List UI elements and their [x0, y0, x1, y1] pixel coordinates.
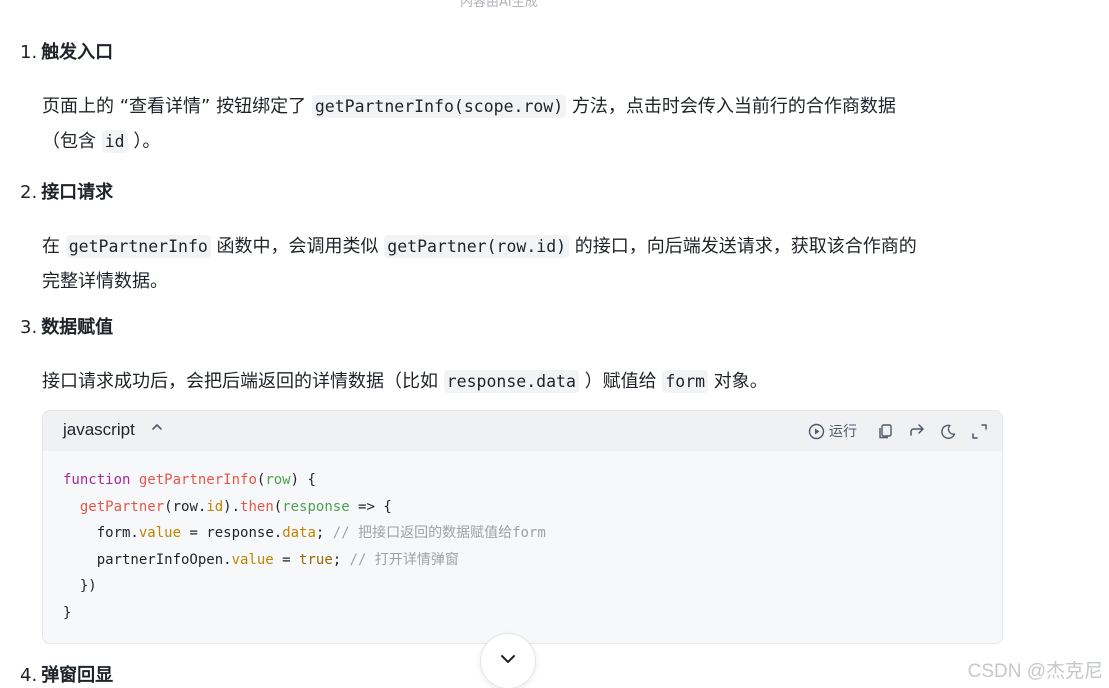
code-token: true: [299, 551, 333, 568]
copy-icon: [877, 423, 894, 440]
code-token: getPartner: [79, 498, 165, 515]
code-token: (: [273, 498, 283, 515]
text: （包含: [42, 131, 102, 152]
expand-icon: [971, 423, 988, 440]
code-token: }): [79, 578, 97, 594]
step-3-paragraph: 接口请求成功后，会把后端返回的详情数据（比如 response.data ）赋值…: [42, 364, 1002, 399]
code-header: javascript 运行: [43, 411, 1002, 451]
code-token: function: [63, 472, 131, 488]
step-title-text: 接口请求: [41, 182, 114, 203]
step-1-title: 1. 触发入口: [20, 38, 113, 64]
code-token: }: [63, 604, 72, 621]
share-button[interactable]: [908, 423, 926, 440]
watermark: CSDN @杰克尼: [967, 661, 1103, 682]
scroll-down-button[interactable]: [480, 633, 536, 688]
step-number: 1.: [20, 42, 38, 63]
text: 方法，点击时会传入当前行的合作商数据: [566, 96, 896, 117]
code-token: then: [240, 498, 274, 515]
code-content: function getPartnerInfo(row) { getPartne…: [63, 467, 546, 626]
code-token: response: [282, 498, 350, 515]
code-comment: // 把接口返回的数据赋值给form: [332, 525, 546, 541]
code-token: id: [206, 498, 224, 515]
code-comment: // 打开详情弹窗: [349, 551, 459, 568]
step-title-text: 数据赋值: [41, 317, 114, 338]
para-line: （包含 id ）。: [42, 124, 1002, 159]
code-token: data: [282, 525, 316, 541]
text: ）。: [127, 131, 161, 152]
copy-button[interactable]: [877, 423, 894, 440]
chevron-up-icon[interactable]: [150, 420, 164, 438]
code-line: getPartner(row.id).then(response => {: [63, 494, 546, 521]
code-token: value: [231, 551, 274, 568]
para-line: 接口请求成功后，会把后端返回的详情数据（比如 response.data ）赋值…: [42, 364, 1002, 399]
code-line: }: [63, 600, 546, 627]
code-token: row: [265, 472, 291, 488]
text: 对象。: [708, 371, 768, 392]
step-number: 3.: [20, 317, 38, 338]
page: 内容由AI生成 1. 触发入口 页面上的 “查看详情” 按钮绑定了 getPart…: [0, 0, 1109, 688]
text: 接口请求成功后，会把后端返回的详情数据（比如: [42, 371, 444, 392]
text: 在: [42, 236, 66, 257]
text: 函数中，会调用类似: [210, 236, 385, 257]
code-token: ) {: [290, 472, 316, 488]
top-fragment: 内容由AI生成: [460, 0, 538, 10]
step-2-paragraph: 在 getPartnerInfo 函数中，会调用类似 getPartner(ro…: [42, 229, 1002, 299]
code-token: =: [273, 551, 300, 568]
code-token: ;: [332, 551, 342, 568]
step-2-title: 2. 接口请求: [20, 178, 113, 204]
code-token: = response.: [181, 525, 283, 541]
text: ）赋值给: [578, 371, 663, 392]
step-title-text: 弹窗回显: [41, 665, 114, 686]
code-token: ).: [223, 498, 241, 515]
inline-code: form: [662, 370, 709, 393]
chevron-down-icon: [497, 648, 519, 674]
inline-code: getPartner(row.id): [384, 235, 570, 258]
code-token: ;: [315, 525, 325, 541]
code-token: getPartnerInfo: [138, 472, 257, 488]
share-arrow-icon: [908, 423, 926, 440]
code-line: form.value = response.data; // 把接口返回的数据赋…: [63, 520, 546, 547]
inline-code: id: [101, 130, 128, 153]
code-token: => {: [349, 498, 392, 515]
language-label[interactable]: javascript: [63, 420, 135, 440]
code-toolbar: 运行: [808, 421, 988, 441]
moon-icon: [940, 423, 957, 440]
text: 页面上的 “查看详情” 按钮绑定了: [42, 96, 312, 117]
inline-code: getPartnerInfo(scope.row): [311, 95, 567, 118]
code-block: javascript 运行 function getPartnerInfo(ro…: [42, 410, 1003, 644]
step-1-paragraph: 页面上的 “查看详情” 按钮绑定了 getPartnerInfo(scope.r…: [42, 89, 1002, 159]
step-number: 2.: [20, 182, 38, 203]
step-number: 4.: [20, 665, 38, 686]
para-line: 在 getPartnerInfo 函数中，会调用类似 getPartner(ro…: [42, 229, 1002, 264]
code-line: function getPartnerInfo(row) {: [63, 467, 546, 494]
theme-button[interactable]: [940, 423, 957, 440]
code-token: partnerInfoOpen.: [96, 551, 232, 568]
code-token: (row.: [164, 498, 207, 515]
para-line: 完整详情数据。: [42, 271, 168, 292]
inline-code: getPartnerInfo: [65, 235, 211, 258]
text: 的接口，向后端发送请求，获取该合作商的: [569, 236, 917, 257]
expand-button[interactable]: [971, 423, 988, 440]
step-4-title: 4. 弹窗回显: [20, 661, 113, 687]
inline-code: response.data: [443, 370, 579, 393]
run-button[interactable]: 运行: [808, 421, 857, 441]
run-label: 运行: [829, 424, 857, 440]
code-line: }): [63, 573, 546, 600]
code-token: value: [138, 525, 182, 541]
para-line: 页面上的 “查看详情” 按钮绑定了 getPartnerInfo(scope.r…: [42, 89, 1002, 124]
step-title-text: 触发入口: [41, 42, 114, 63]
code-token: form.: [96, 525, 139, 541]
play-circle-icon: [808, 423, 825, 440]
code-line: partnerInfoOpen.value = true; // 打开详情弹窗: [63, 547, 546, 574]
step-3-title: 3. 数据赋值: [20, 313, 113, 339]
